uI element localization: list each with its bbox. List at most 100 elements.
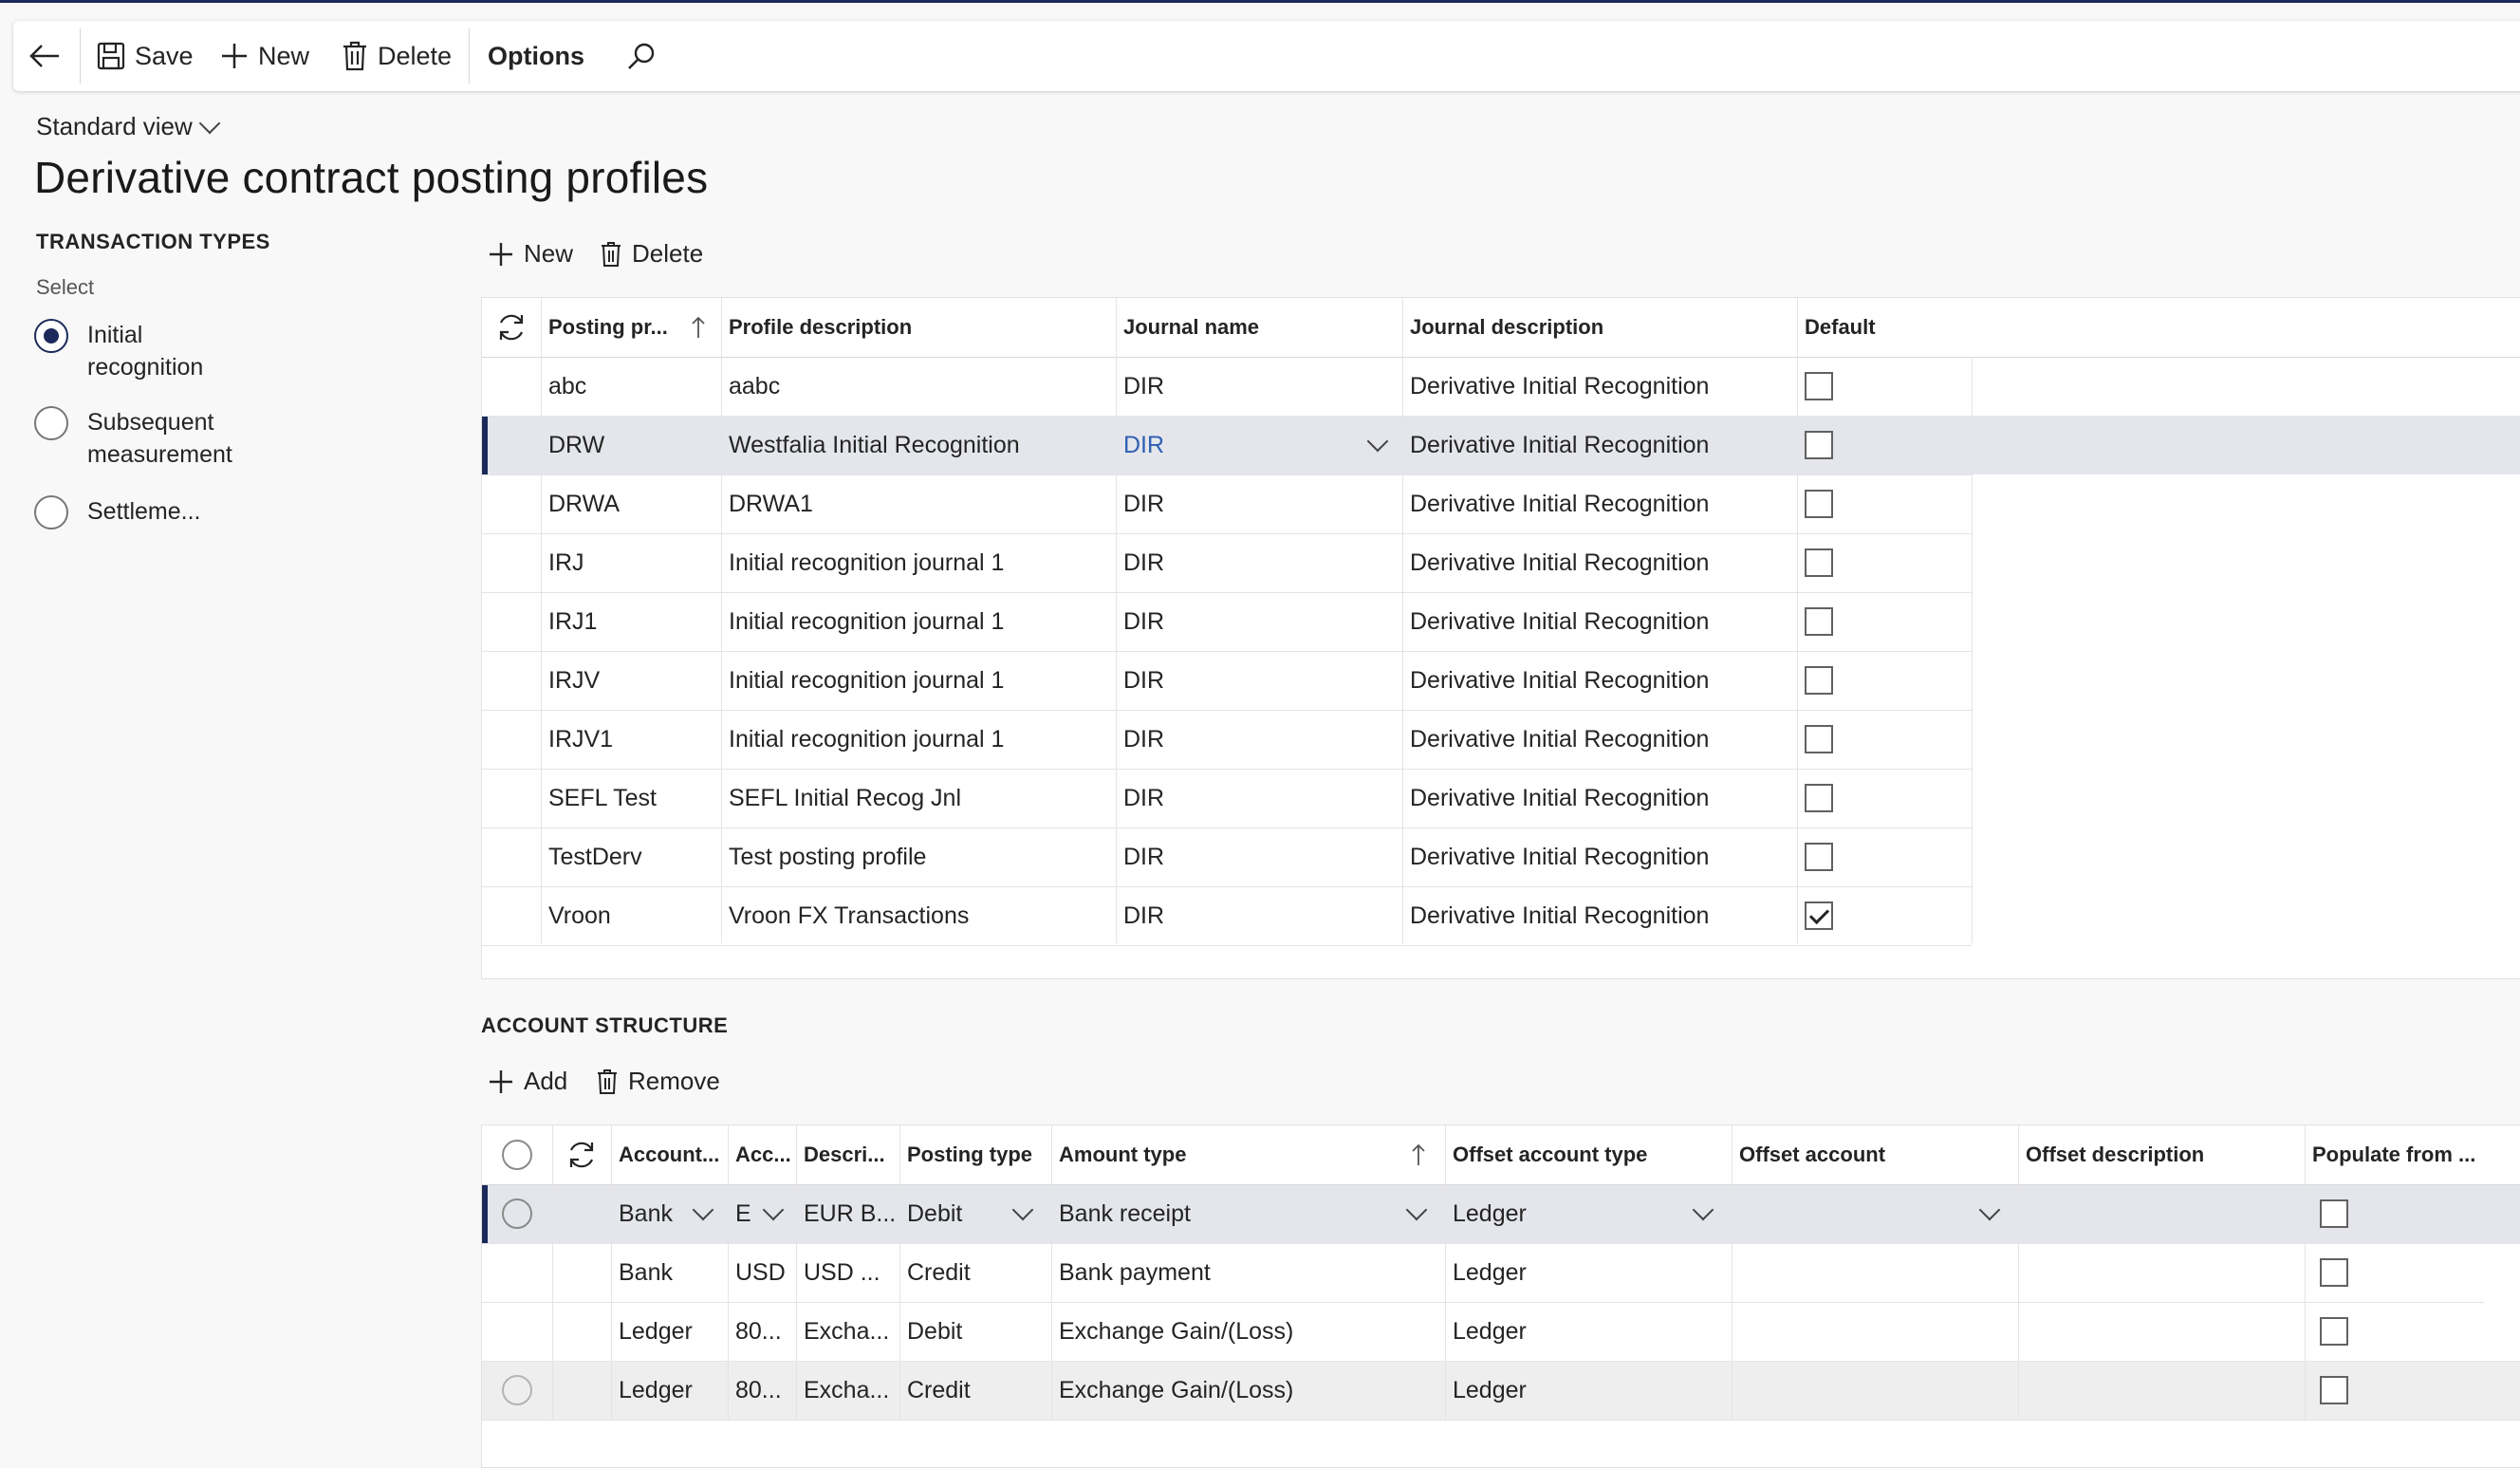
offset-account-dropdown[interactable] [1732, 1184, 2018, 1243]
radio-settlement[interactable]: Settleme... [34, 495, 249, 530]
refresh-button[interactable] [482, 298, 541, 357]
column-header-journal-name[interactable]: Journal name [1116, 298, 1402, 357]
account-dropdown[interactable]: E [728, 1184, 796, 1243]
posting-type-dropdown[interactable]: Debit [899, 1184, 1051, 1243]
search-button[interactable] [626, 21, 657, 91]
cell-account-type: Ledger [619, 1317, 693, 1345]
radio-button[interactable] [34, 495, 68, 530]
column-header-posting-type[interactable]: Posting type [899, 1125, 1051, 1184]
default-checkbox[interactable] [1805, 725, 1833, 753]
delete-button[interactable]: Delete [342, 21, 452, 91]
cell-journal-description: Derivative Initial Recognition [1410, 372, 1710, 400]
radio-button-selected[interactable] [34, 319, 68, 353]
cell-journal-description: Derivative Initial Recognition [1410, 431, 1710, 458]
cell-journal-name: DIR [1123, 607, 1165, 635]
cell-journal-description: Derivative Initial Recognition [1410, 784, 1710, 811]
default-checkbox[interactable] [1805, 607, 1833, 636]
table-row[interactable]: IRJV Initial recognition journal 1 DIR D… [482, 651, 1972, 710]
table-row[interactable]: IRJ Initial recognition journal 1 DIR De… [482, 533, 1972, 592]
default-checkbox-checked[interactable] [1805, 901, 1833, 930]
select-label: Select [36, 275, 95, 299]
cell-journal-name: DIR [1123, 666, 1165, 694]
table-row[interactable]: Bank USD USD ... Credit Bank payment Led… [482, 1243, 2520, 1302]
cell-journal-name: DIR [1123, 843, 1165, 870]
select-all-circle[interactable] [502, 1140, 532, 1170]
amount-type-dropdown[interactable]: Bank receipt [1051, 1184, 1445, 1243]
column-header-description[interactable]: Descri... [796, 1125, 899, 1184]
cell-default [1797, 886, 1972, 945]
table-row[interactable]: Vroon Vroon FX Transactions DIR Derivati… [482, 886, 1972, 945]
cell-populate-from [2305, 1361, 2513, 1420]
default-checkbox[interactable] [1805, 666, 1833, 695]
default-checkbox[interactable] [1805, 843, 1833, 871]
refresh-button[interactable] [552, 1125, 611, 1184]
chevron-down-icon [198, 112, 221, 134]
default-checkbox[interactable] [1805, 372, 1833, 400]
view-selector[interactable]: Standard view [36, 112, 221, 141]
column-header-populate-from[interactable]: Populate from ... [2305, 1125, 2513, 1184]
column-header-offset-account[interactable]: Offset account [1732, 1125, 2018, 1184]
column-header-offset-account-type[interactable]: Offset account type [1445, 1125, 1732, 1184]
radio-subsequent-measurement[interactable]: Subsequent measurement [34, 406, 249, 471]
add-button[interactable]: Add [488, 1067, 567, 1096]
account-type-dropdown[interactable]: Bank [611, 1184, 728, 1243]
column-header-journal-description[interactable]: Journal description [1402, 298, 1797, 357]
table-row[interactable]: IRJV1 Initial recognition journal 1 DIR … [482, 710, 1972, 769]
chevron-down-icon [1692, 1199, 1714, 1221]
column-header-profile-description[interactable]: Profile description [721, 298, 1116, 357]
column-label: Amount type [1059, 1143, 1187, 1166]
cell-journal-description: Derivative Initial Recognition [1410, 843, 1710, 870]
cell-account: USD [735, 1258, 786, 1286]
save-label: Save [135, 41, 194, 70]
row-select-radio[interactable] [502, 1375, 532, 1405]
column-header-account-type[interactable]: Account... [611, 1125, 728, 1184]
table-row[interactable]: SEFL Test SEFL Initial Recog Jnl DIR Der… [482, 769, 1972, 827]
cell-profile-description: Initial recognition journal 1 [729, 607, 1005, 635]
journal-name-link[interactable]: DIR [1123, 432, 1164, 459]
populate-checkbox[interactable] [2320, 1258, 2348, 1287]
radio-initial-recognition[interactable]: Initial recognition [34, 319, 249, 383]
table-row-selected[interactable]: Bank E EUR B... Debit Bank receipt Ledge… [482, 1184, 2520, 1243]
table-row[interactable]: Ledger 80... Excha... Debit Exchange Gai… [482, 1302, 2520, 1361]
populate-checkbox[interactable] [2320, 1199, 2348, 1228]
cell-journal-name: DIR [1123, 490, 1165, 517]
row-select-radio[interactable] [502, 1199, 532, 1229]
table-row-selected[interactable]: DRW Westfalia Initial Recognition DIR De… [482, 416, 1972, 474]
journal-name-dropdown[interactable]: DIR [1116, 416, 1402, 474]
populate-checkbox[interactable] [2320, 1317, 2348, 1346]
radio-label: Settleme... [87, 498, 201, 525]
select-all-radio[interactable] [482, 1125, 552, 1184]
default-checkbox[interactable] [1805, 431, 1833, 459]
column-header-posting-profile[interactable]: Posting pr... [541, 298, 721, 357]
cell-default [1797, 592, 1972, 651]
cell-profile-description: DRWA1 [729, 490, 813, 517]
profiles-new-button[interactable]: New [488, 239, 573, 269]
table-row[interactable]: Ledger 80... Excha... Credit Exchange Ga… [482, 1361, 2520, 1420]
table-row[interactable]: TestDerv Test posting profile DIR Deriva… [482, 827, 1972, 886]
table-row[interactable]: IRJ1 Initial recognition journal 1 DIR D… [482, 592, 1972, 651]
table-row[interactable]: DRWA DRWA1 DIR Derivative Initial Recogn… [482, 474, 1972, 533]
column-header-default[interactable]: Default [1797, 298, 2082, 357]
delete-label: Delete [632, 239, 704, 268]
column-header-account[interactable]: Acc... [728, 1125, 796, 1184]
cell-posting-profile: SEFL Test [548, 784, 657, 811]
save-button[interactable]: Save [97, 21, 194, 91]
options-tab[interactable]: Options [488, 21, 584, 91]
radio-button[interactable] [34, 406, 68, 440]
back-button[interactable] [28, 21, 61, 91]
cell-description: EUR B... [804, 1199, 897, 1227]
profiles-delete-button[interactable]: Delete [600, 239, 703, 269]
default-checkbox[interactable] [1805, 548, 1833, 577]
toolbar-divider [80, 28, 81, 84]
cell-default [1797, 474, 1972, 533]
default-checkbox[interactable] [1805, 784, 1833, 812]
remove-button[interactable]: Remove [596, 1067, 720, 1096]
row-divider [482, 945, 1972, 946]
column-header-amount-type[interactable]: Amount type [1051, 1125, 1445, 1184]
table-row[interactable]: abc aabc DIR Derivative Initial Recognit… [482, 357, 1972, 416]
default-checkbox[interactable] [1805, 490, 1833, 518]
populate-checkbox[interactable] [2320, 1376, 2348, 1404]
new-button[interactable]: New [220, 21, 309, 91]
offset-account-type-dropdown[interactable]: Ledger [1445, 1184, 1732, 1243]
column-header-offset-description[interactable]: Offset description [2018, 1125, 2305, 1184]
